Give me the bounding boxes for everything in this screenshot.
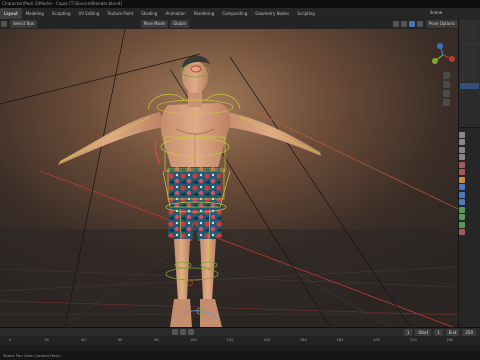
outliner-row[interactable] (460, 48, 479, 54)
timeline-tick-label: 0 (8, 338, 12, 342)
workspace-tab[interactable]: Rendering (190, 8, 218, 19)
navigation-gizmo[interactable] (430, 42, 456, 68)
pan-icon[interactable] (442, 81, 450, 88)
workspace-tab[interactable]: Layout (0, 8, 22, 19)
timeline-ruler[interactable]: 0 20 40 60 80 100 120 140 160 180 200 220 240 (0, 336, 480, 345)
play-icon[interactable] (180, 329, 187, 335)
workspace-tab[interactable]: Sculpting (48, 8, 75, 19)
workspace-tab[interactable]: Modeling (22, 8, 48, 19)
outliner-row-selected[interactable] (460, 83, 479, 89)
end-frame-field[interactable]: 250 (462, 328, 476, 336)
tool-tab-icon[interactable] (459, 131, 465, 138)
bone-tab-icon[interactable] (459, 221, 465, 228)
zoom-icon[interactable] (442, 72, 450, 79)
timeline-tick-label: 20 (44, 338, 49, 342)
viewport-navigation-tools (440, 70, 452, 108)
end-label: End (445, 328, 460, 336)
status-bar: Select Pan View Context Menu (0, 351, 480, 360)
viewport-header: Select Box Pose Mode Global Pose Options (0, 19, 458, 29)
output-tab-icon[interactable] (459, 146, 465, 153)
timeline-tick-label: 40 (81, 338, 86, 342)
workspace-tab[interactable]: Shading (137, 8, 161, 19)
workspace-tab[interactable]: Animation (161, 8, 189, 19)
outliner-row[interactable] (460, 55, 479, 61)
workspace-tab[interactable]: UV Editing (75, 8, 104, 19)
start-label: Start (415, 328, 432, 336)
solid-shading-icon[interactable] (409, 21, 416, 27)
outliner-panel (458, 19, 480, 127)
timeline-tick-label: 120 (226, 338, 234, 342)
xray-icon[interactable] (401, 21, 408, 27)
jump-start-icon[interactable] (172, 329, 179, 335)
pivot-dropdown[interactable]: Global (170, 20, 189, 28)
outliner-row[interactable] (460, 27, 479, 33)
material-shading-icon[interactable] (417, 21, 424, 27)
timeline-tick-label: 200 (373, 338, 381, 342)
physics-tab-icon[interactable] (459, 199, 465, 205)
editor-type-icon[interactable] (1, 21, 7, 27)
outliner-row[interactable] (460, 62, 479, 68)
viewport-scene (0, 29, 458, 327)
workspace-tab[interactable]: Compositing (218, 8, 251, 19)
3d-viewport[interactable] (0, 29, 458, 327)
workspace-tab[interactable]: Geometry Nodes (251, 8, 293, 19)
timeline-tick-label: 80 (154, 338, 159, 342)
scene-selector[interactable]: Scene (430, 10, 442, 15)
overlay-icon[interactable] (393, 21, 400, 27)
data-tab-icon[interactable] (459, 214, 465, 220)
constraints-tab-icon[interactable] (459, 206, 465, 213)
view-layer-tab-icon[interactable] (459, 154, 465, 160)
particles-tab-icon[interactable] (459, 191, 465, 198)
workspace-tab[interactable]: Texture Paint (103, 8, 137, 19)
jump-end-icon[interactable] (188, 329, 195, 335)
current-frame-field[interactable]: 1 (403, 328, 413, 336)
pose-options-button[interactable]: Pose Options (426, 20, 458, 28)
start-frame-field[interactable]: 1 (434, 328, 443, 336)
outliner-row[interactable] (460, 34, 479, 40)
object-tab-icon[interactable] (459, 176, 465, 183)
world-tab-icon[interactable] (459, 169, 465, 175)
timeline-tick-label: 140 (263, 338, 271, 342)
render-tab-icon[interactable] (459, 139, 465, 145)
blender-window: Character\Pack 2\Model - Copie [T:\Sourc… (0, 0, 480, 360)
window-title: Character\Pack 2\Model - Copie [T:\Sourc… (0, 0, 480, 8)
perspective-toggle-icon[interactable] (442, 99, 450, 106)
timeline-tick-label: 240 (446, 338, 454, 342)
select-mode-button[interactable]: Select Box (10, 20, 38, 28)
timeline-tick-label: 60 (117, 338, 123, 342)
mode-dropdown[interactable]: Pose Mode (140, 20, 169, 28)
camera-view-icon[interactable] (442, 90, 450, 97)
modifier-tab-icon[interactable] (459, 184, 465, 190)
outliner-row[interactable] (460, 69, 479, 75)
timeline-tick-label: 100 (189, 338, 197, 342)
outliner-row[interactable] (460, 20, 479, 26)
timeline-tick-label: 220 (409, 338, 417, 342)
outliner-row[interactable] (460, 76, 479, 82)
outliner-row[interactable] (460, 41, 479, 47)
timeline-header: 1 Start 1 End 250 (0, 327, 480, 336)
workspace-tabs: Layout Modeling Sculpting UV Editing Texture… (0, 8, 480, 19)
timeline-tick-label: 180 (336, 338, 344, 342)
workspace-tab[interactable]: Scripting (293, 8, 319, 19)
material-tab-icon[interactable] (459, 229, 465, 235)
timeline-tick-label: 160 (299, 338, 307, 342)
properties-tabs (459, 130, 467, 237)
scene-tab-icon[interactable] (459, 161, 465, 168)
